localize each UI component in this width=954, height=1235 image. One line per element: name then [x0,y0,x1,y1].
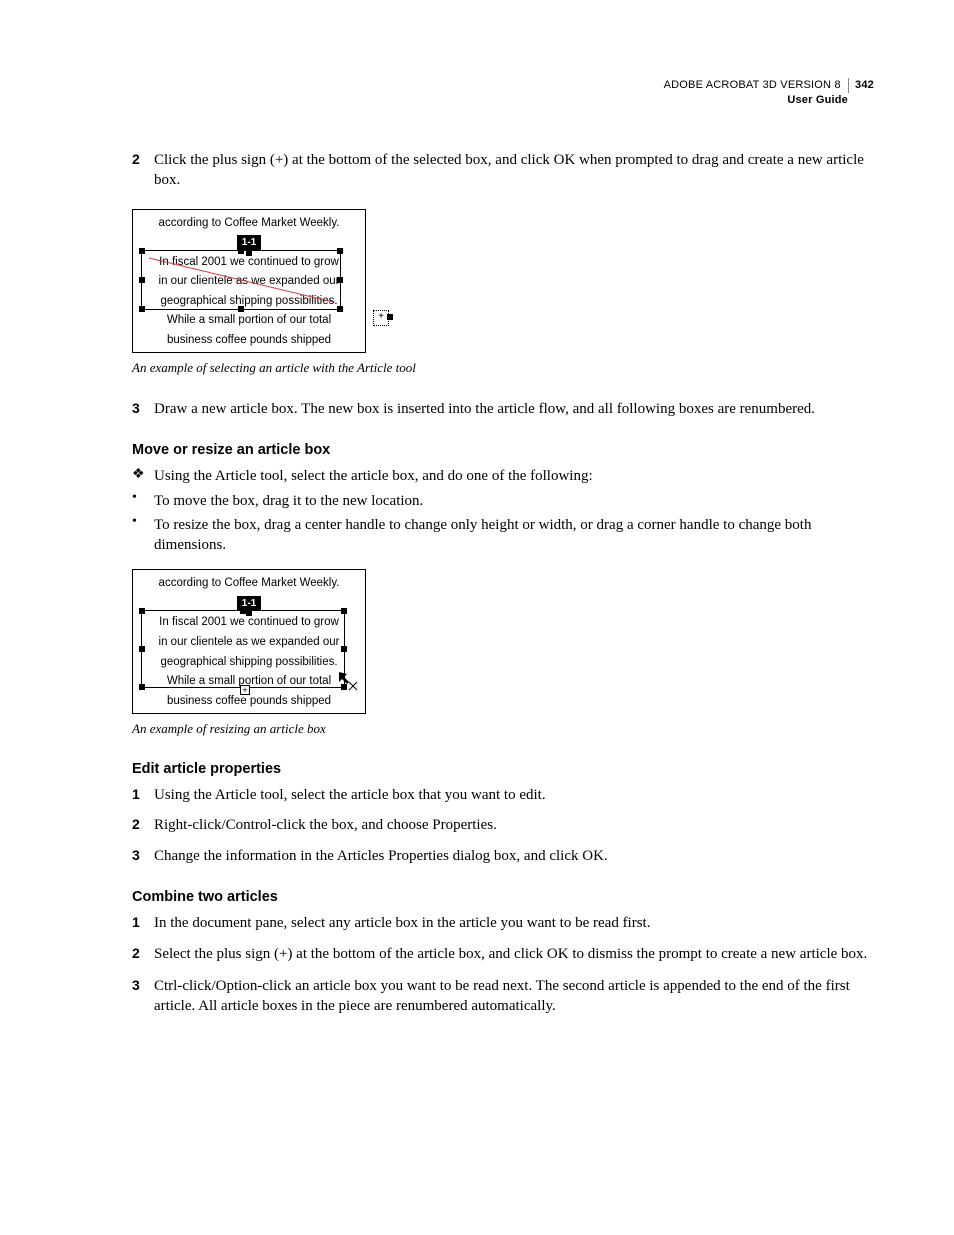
lead-bullet: ❖ Using the Article tool, select the art… [132,466,874,486]
resize-cursor-icon [337,670,359,692]
figure-resize-article: according to Coffee Market Weekly. 1-1 I… [132,569,874,737]
selection-rectangle: + [141,610,345,688]
step-number: 2 [132,944,154,964]
step-text: Click the plus sign (+) at the bottom of… [154,150,874,191]
page-content: 2 Click the plus sign (+) at the bottom … [132,150,874,1016]
bullet-text: To move the box, drag it to the new loca… [154,491,874,511]
fig1-line: While a small portion of our total [133,311,365,331]
section-heading-combine: Combine two articles [132,888,874,908]
section-heading-move-resize: Move or resize an article box [132,441,874,461]
step-number: 2 [132,150,154,191]
plus-handle-icon [387,314,393,320]
step-text: In the document pane, select any article… [154,913,874,933]
combine-step-1: 1 In the document pane, select any artic… [132,913,874,933]
step-text: Right-click/Control-click the box, and c… [154,815,874,835]
figure-caption: An example of resizing an article box [132,720,874,738]
product-name: ADOBE ACROBAT 3D VERSION 8 [664,79,841,91]
step-text: Ctrl-click/Option-click an article box y… [154,976,874,1017]
bullet-text: To resize the box, drag a center handle … [154,515,874,556]
dot-bullet-icon: • [132,491,154,511]
fig1-line: business coffee pounds shipped [133,331,365,351]
diamond-bullet-icon: ❖ [132,466,154,486]
page-number: 342 [848,78,874,93]
doc-title: User Guide [664,93,874,108]
step-text: Select the plus sign (+) at the bottom o… [154,944,874,964]
step-number: 1 [132,913,154,933]
step-text: Change the information in the Articles P… [154,846,874,866]
figure-caption: An example of selecting an article with … [132,359,874,377]
step-3: 3 Draw a new article box. The new box is… [132,399,874,419]
sub-bullet: • To resize the box, drag a center handl… [132,515,874,556]
combine-step-2: 2 Select the plus sign (+) at the bottom… [132,944,874,964]
step-number: 3 [132,399,154,419]
selection-rectangle [141,250,341,310]
fig1-line: according to Coffee Market Weekly. [133,214,365,234]
step-number: 3 [132,846,154,866]
edit-step-2: 2 Right-click/Control-click the box, and… [132,815,874,835]
page-header: ADOBE ACROBAT 3D VERSION 8 342 User Guid… [664,78,874,108]
edit-step-1: 1 Using the Article tool, select the art… [132,785,874,805]
step-text: Using the Article tool, select the artic… [154,785,874,805]
step-number: 3 [132,976,154,1017]
step-2: 2 Click the plus sign (+) at the bottom … [132,150,874,191]
section-heading-edit-properties: Edit article properties [132,760,874,780]
figure-select-article: according to Coffee Market Weekly. 1-1 I… [132,209,874,377]
step-text: Draw a new article box. The new box is i… [154,399,874,419]
edit-step-3: 3 Change the information in the Articles… [132,846,874,866]
step-number: 1 [132,785,154,805]
combine-step-3: 3 Ctrl-click/Option-click an article box… [132,976,874,1017]
sub-bullet: • To move the box, drag it to the new lo… [132,491,874,511]
lead-text: Using the Article tool, select the artic… [154,466,874,486]
step-number: 2 [132,815,154,835]
dot-bullet-icon: • [132,515,154,556]
fig2-line: according to Coffee Market Weekly. [133,574,365,594]
